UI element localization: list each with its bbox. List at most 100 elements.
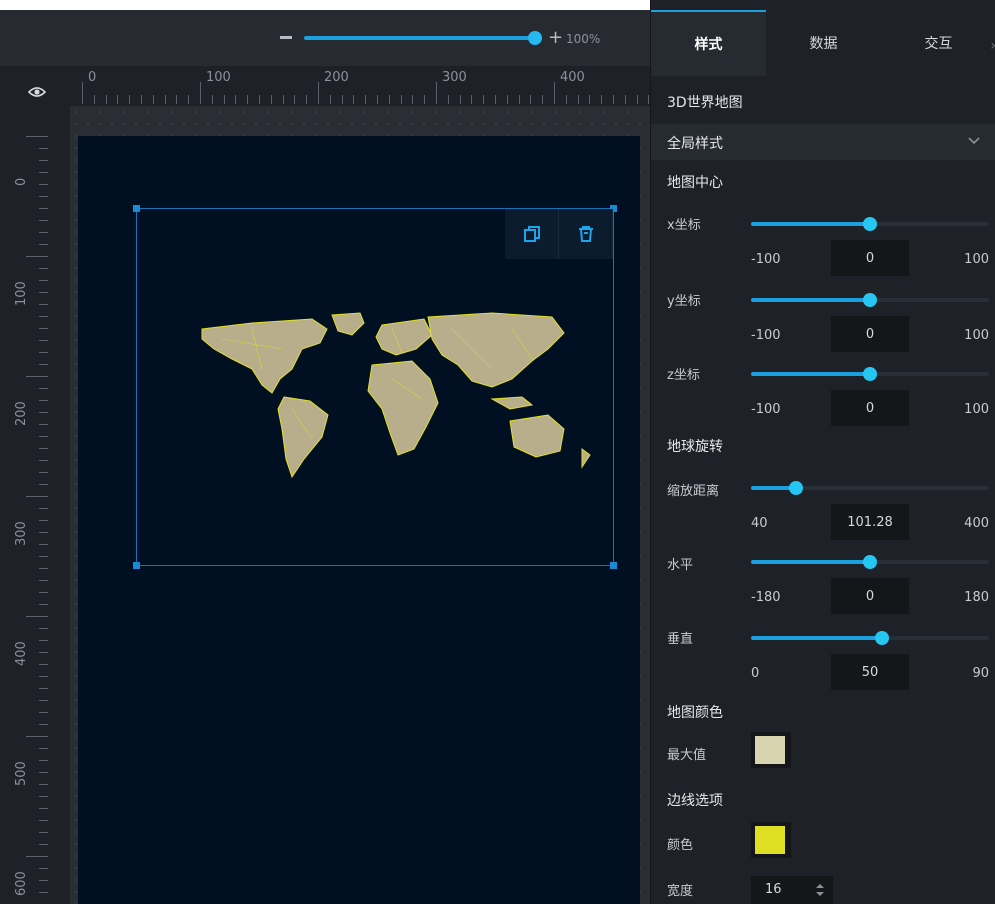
horizontal-slider-track[interactable] bbox=[751, 555, 989, 569]
ruler-tick bbox=[365, 95, 367, 104]
plus-icon[interactable]: + bbox=[548, 29, 563, 47]
distance-value-input[interactable]: 101.28 bbox=[831, 504, 909, 540]
ruler-tick bbox=[39, 880, 48, 881]
tab-interaction[interactable]: 交互 bbox=[881, 10, 995, 76]
ruler-tick bbox=[26, 376, 48, 377]
ruler-tick bbox=[39, 364, 48, 365]
ruler-tick bbox=[39, 160, 48, 161]
y-min: -100 bbox=[751, 328, 781, 343]
distance-label: 缩放距离 bbox=[667, 484, 720, 499]
map-africa bbox=[367, 360, 439, 456]
close-icon[interactable]: › bbox=[990, 38, 995, 54]
ruler-tick bbox=[39, 820, 48, 821]
y-label: y坐标 bbox=[667, 294, 701, 309]
x-slider-track[interactable] bbox=[751, 217, 989, 231]
ruler-tick bbox=[518, 95, 520, 104]
ruler-tick bbox=[26, 136, 48, 137]
vertical-value-input[interactable]: 50 bbox=[831, 654, 909, 690]
tab-data[interactable]: 数据 bbox=[766, 10, 881, 76]
z-value-input[interactable]: 0 bbox=[831, 390, 909, 426]
z-label: z坐标 bbox=[667, 368, 700, 383]
canvas-area bbox=[70, 106, 650, 904]
vertical-min: 0 bbox=[751, 666, 760, 681]
ruler-tick bbox=[39, 592, 48, 593]
tab-style[interactable]: 样式 bbox=[651, 10, 766, 76]
ruler-tick bbox=[26, 736, 48, 737]
max-color-swatch bbox=[755, 736, 785, 764]
ruler-tick bbox=[39, 184, 48, 185]
ruler-tick bbox=[329, 95, 331, 104]
delete-button[interactable] bbox=[559, 209, 613, 259]
resize-handle[interactable] bbox=[610, 562, 617, 569]
ruler-tick bbox=[235, 95, 237, 104]
ruler-tick bbox=[39, 292, 48, 293]
ruler-label: 200 bbox=[14, 401, 29, 426]
ruler-tick bbox=[39, 556, 48, 557]
horizontal-slider-knob[interactable] bbox=[863, 555, 877, 569]
border-color-picker[interactable] bbox=[751, 822, 791, 858]
z-slider-knob[interactable] bbox=[863, 367, 877, 381]
zoom-slider[interactable] bbox=[304, 31, 542, 45]
ruler-tick bbox=[39, 784, 48, 785]
eye-icon[interactable] bbox=[28, 86, 46, 98]
vertical-max: 90 bbox=[972, 666, 989, 681]
x-label: x坐标 bbox=[667, 218, 701, 233]
group-map-color: 地图颜色 bbox=[667, 705, 723, 721]
group-rotation: 地球旋转 bbox=[667, 439, 723, 455]
ruler-label: 0 bbox=[88, 70, 97, 85]
ruler-tick bbox=[141, 95, 142, 104]
copy-button[interactable] bbox=[505, 209, 559, 259]
vertical-slider-knob[interactable] bbox=[875, 631, 889, 645]
ruler-tick bbox=[39, 688, 48, 689]
map-greenland bbox=[331, 312, 365, 336]
ruler-corner bbox=[0, 66, 70, 106]
ruler-tick bbox=[259, 95, 260, 104]
trash-icon bbox=[578, 226, 593, 242]
zoom-slider-knob[interactable] bbox=[528, 31, 542, 45]
ruler-tick bbox=[200, 82, 201, 104]
ruler-tick bbox=[164, 95, 166, 104]
y-slider-knob[interactable] bbox=[863, 293, 877, 307]
distance-slider-knob[interactable] bbox=[789, 481, 803, 495]
y-value-input[interactable]: 0 bbox=[831, 316, 909, 352]
ruler-tick bbox=[93, 95, 95, 104]
max-color-picker[interactable] bbox=[751, 732, 791, 768]
ruler-tick bbox=[39, 640, 48, 641]
screen-canvas[interactable] bbox=[78, 136, 640, 904]
resize-handle[interactable] bbox=[133, 562, 140, 569]
z-slider-track[interactable] bbox=[751, 367, 989, 381]
ruler-tick bbox=[39, 448, 48, 449]
ruler-tick bbox=[353, 95, 355, 104]
ruler-tick bbox=[176, 95, 178, 104]
vertical-slider-track[interactable] bbox=[751, 631, 989, 645]
border-width-input[interactable]: 16 bbox=[751, 876, 833, 904]
ruler-tick bbox=[117, 95, 119, 104]
ruler-tick bbox=[39, 328, 48, 329]
ruler-tick bbox=[39, 412, 48, 413]
horizontal-label: 水平 bbox=[667, 558, 694, 573]
widget-toolbar bbox=[505, 209, 613, 259]
ruler-tick bbox=[39, 628, 48, 629]
selected-widget[interactable] bbox=[133, 205, 617, 569]
y-slider-track[interactable] bbox=[751, 293, 989, 307]
x-slider-knob[interactable] bbox=[863, 217, 877, 231]
horizontal-value-input[interactable]: 0 bbox=[831, 578, 909, 614]
distance-slider-track[interactable] bbox=[751, 481, 989, 495]
ruler-tick bbox=[39, 220, 48, 221]
ruler-tick bbox=[39, 724, 48, 725]
horizontal-min: -180 bbox=[751, 590, 781, 605]
section-title: 全局样式 bbox=[667, 136, 723, 152]
ruler-tick bbox=[223, 95, 225, 104]
ruler-tick bbox=[152, 95, 154, 104]
resize-handle[interactable] bbox=[133, 205, 140, 212]
ruler-tick bbox=[39, 580, 48, 581]
minus-icon[interactable] bbox=[280, 36, 292, 39]
x-value-input[interactable]: 0 bbox=[831, 240, 909, 276]
ruler-tick bbox=[39, 196, 48, 197]
chevron-down-icon bbox=[968, 137, 980, 145]
ruler-tick bbox=[39, 400, 48, 401]
ruler-tick bbox=[39, 484, 48, 485]
spinner-icon[interactable] bbox=[815, 882, 825, 898]
ruler-tick bbox=[39, 244, 48, 245]
section-global-style[interactable]: 全局样式 bbox=[651, 124, 995, 160]
